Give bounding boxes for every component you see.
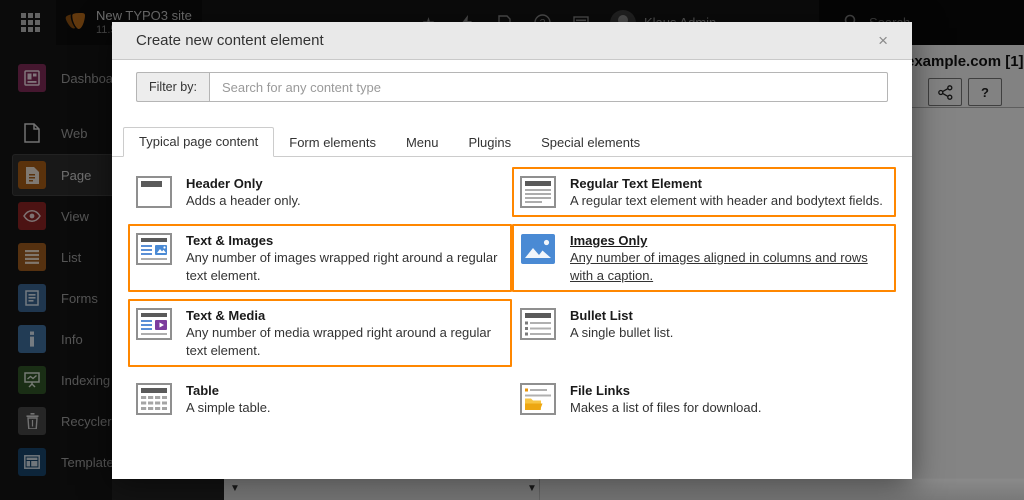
item-title: Regular Text Element [570,175,883,192]
bullet-list-icon [520,308,556,340]
item-title: Images Only [570,232,888,249]
tab-special-elements[interactable]: Special elements [526,129,655,157]
item-description: Any number of media wrapped right around… [186,324,504,360]
tab-form-elements[interactable]: Form elements [274,129,391,157]
item-title: Text & Media [186,307,504,324]
content-element-grid: Header Only Adds a header only. Regular … [128,167,896,424]
tab-typical-page-content[interactable]: Typical page content [123,127,274,157]
modal-body: Filter by: Typical page content Form ele… [112,60,912,424]
item-title: File Links [570,382,761,399]
file-links-icon [520,383,556,415]
item-description: A single bullet list. [570,324,673,342]
text-images-icon [136,233,172,265]
filter-row: Filter by: [136,72,888,102]
tab-menu[interactable]: Menu [391,129,454,157]
content-element-text-images[interactable]: Text & Images Any number of images wrapp… [128,224,512,292]
new-content-element-modal: Create new content element × Filter by: … [112,22,912,479]
item-description: Any number of images wrapped right aroun… [186,249,504,285]
close-icon[interactable]: × [878,32,888,49]
item-description: A simple table. [186,399,271,417]
content-element-file-links[interactable]: File Links Makes a list of files for dow… [512,374,896,424]
content-element-table[interactable]: Table A simple table. [128,374,512,424]
modal-header: Create new content element × [112,22,912,60]
content-element-text-media[interactable]: Text & Media Any number of media wrapped… [128,299,512,367]
tab-plugins[interactable]: Plugins [453,129,526,157]
item-title: Bullet List [570,307,673,324]
content-element-regular-text[interactable]: Regular Text Element A regular text elem… [512,167,896,217]
item-description: A regular text element with header and b… [570,192,883,210]
modal-title: Create new content element [136,32,878,49]
item-description: Any number of images aligned in columns … [570,249,888,285]
content-element-header-only[interactable]: Header Only Adds a header only. [128,167,512,217]
item-title: Header Only [186,175,301,192]
item-description: Adds a header only. [186,192,301,210]
item-description: Makes a list of files for download. [570,399,761,417]
item-title: Text & Images [186,232,504,249]
content-type-search-input[interactable] [209,72,888,102]
images-only-icon [520,233,556,265]
filter-by-label: Filter by: [136,72,209,102]
header-only-icon [136,176,172,208]
regular-text-icon [520,176,556,208]
item-title: Table [186,382,271,399]
content-element-bullet-list[interactable]: Bullet List A single bullet list. [512,299,896,367]
content-element-images-only[interactable]: Images Only Any number of images aligned… [512,224,896,292]
text-media-icon [136,308,172,340]
table-icon [136,383,172,415]
modal-tabs: Typical page content Form elements Menu … [112,127,912,157]
